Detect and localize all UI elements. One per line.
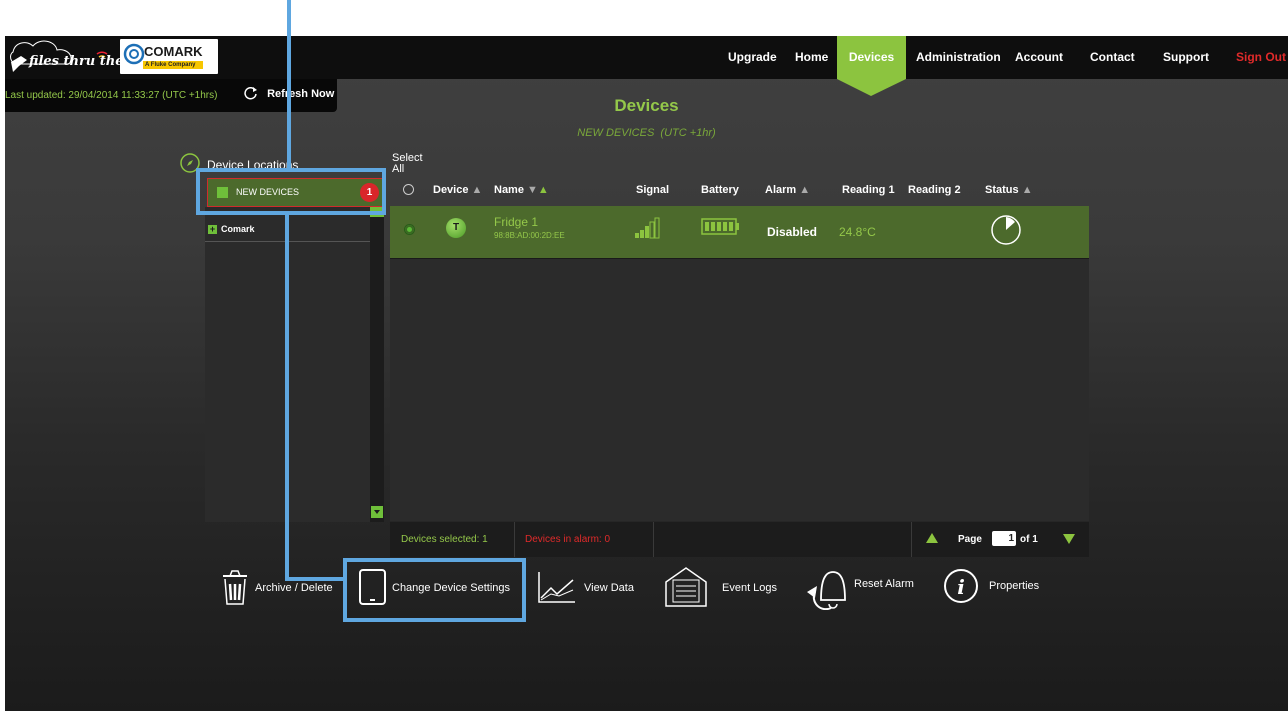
properties-label: Properties	[989, 580, 1040, 592]
col-alarm-label: Alarm	[765, 184, 797, 196]
col-battery-header: Battery	[701, 184, 739, 196]
svg-text:i: i	[957, 575, 965, 599]
comark-logo: COMARK A Fluke Company	[120, 39, 218, 74]
device-type-icon: T	[446, 218, 466, 238]
archive-delete-label: Archive / Delete	[255, 582, 333, 594]
sort-up-icon: ▲	[1021, 184, 1033, 196]
select-all-radio[interactable]	[403, 184, 414, 195]
page-down-icon[interactable]	[1063, 534, 1075, 544]
event-logs-label: Event Logs	[722, 582, 778, 594]
page-title: Devices	[614, 96, 679, 115]
top-nav-bar: files thru the air COMARK A Fluke Compan…	[5, 36, 1288, 96]
select-all-text: Select All	[392, 152, 423, 175]
col-name-label: Name	[494, 184, 524, 196]
reset-alarm-label: Reset Alarm	[854, 578, 914, 590]
annotation-line-horizontal	[285, 577, 345, 581]
footer-spacer	[654, 522, 912, 557]
devices-selected-text: Devices selected: 1	[401, 534, 488, 545]
table-footer: Devices selected: 1 Devices in alarm: 0 …	[390, 522, 1089, 557]
device-name[interactable]: Fridge 1	[494, 215, 538, 229]
col-name-header[interactable]: Name ▼▲	[494, 184, 549, 196]
status-timer-icon	[991, 215, 1021, 245]
alarm-status: Disabled	[767, 225, 818, 239]
sort-up-icon: ▲	[799, 184, 811, 196]
sort-up-icon: ▲	[471, 184, 483, 196]
device-mac: 98:8B:AD:00:2D:EE	[494, 231, 565, 240]
nav-devices-label: Devices	[848, 50, 895, 64]
col-device-label: Device	[433, 184, 469, 196]
col-status-header[interactable]: Status ▲	[985, 184, 1033, 196]
nav-home[interactable]: Home	[795, 36, 828, 79]
expand-plus-icon[interactable]: +	[208, 225, 217, 234]
annotation-line-top	[287, 0, 291, 170]
col-reading2-header: Reading 2	[908, 184, 961, 196]
scroll-down-icon[interactable]	[371, 506, 383, 518]
footer-selected: Devices selected: 1	[390, 522, 515, 557]
col-signal-header: Signal	[636, 184, 670, 196]
files-thru-the-air-logo: files thru the air	[5, 36, 148, 79]
battery-icon	[701, 218, 739, 235]
col-reading1-header: Reading 1	[842, 184, 895, 196]
comark-name: COMARK	[144, 44, 203, 59]
footer-alarm: Devices in alarm: 0	[515, 522, 654, 557]
devices-in-alarm-text: Devices in alarm: 0	[525, 534, 611, 545]
annotation-line-vertical	[285, 213, 289, 581]
app-window: files thru the air COMARK A Fluke Compan…	[5, 36, 1288, 711]
envelope-log-icon	[665, 567, 707, 607]
nav-account[interactable]: Account	[1015, 36, 1063, 79]
page-subtitle: NEW DEVICES (UTC +1hr)	[577, 127, 716, 139]
bell-reset-icon	[807, 571, 846, 610]
nav-support[interactable]: Support	[1163, 36, 1209, 79]
col-alarm-header[interactable]: Alarm ▲	[765, 184, 810, 196]
info-icon: i	[944, 569, 978, 603]
nav-upgrade[interactable]: Upgrade	[728, 36, 777, 79]
comark-logo-mark	[123, 43, 145, 65]
nav-sign-out[interactable]: Sign Out	[1236, 36, 1286, 79]
sort-up-active-icon: ▲	[537, 184, 549, 196]
row-radio[interactable]	[404, 224, 415, 235]
page-label: Page	[958, 534, 982, 545]
annotation-box-new-devices	[196, 168, 386, 215]
page-input[interactable]: 1	[992, 531, 1016, 546]
signal-icon	[635, 217, 660, 239]
col-device-header[interactable]: Device ▲	[433, 184, 482, 196]
trash-icon	[223, 570, 247, 605]
col-status-label: Status	[985, 184, 1019, 196]
nav-devices[interactable]: Devices	[837, 36, 906, 96]
annotation-box-change-settings	[343, 558, 526, 622]
nav-contact[interactable]: Contact	[1090, 36, 1135, 79]
comark-sub: A Fluke Company	[143, 61, 203, 69]
nav-administration[interactable]: Administration	[916, 36, 1001, 79]
sort-down-icon: ▼	[527, 184, 538, 196]
action-toolbar: Archive / Delete Change Device Settings …	[5, 566, 1288, 626]
table-row[interactable]: T Fridge 1 98:8B:AD:00:2D:EE Disabled 24…	[390, 206, 1089, 259]
page-up-icon[interactable]	[926, 533, 938, 543]
select-all-label: Select All	[392, 153, 424, 175]
view-data-label: View Data	[584, 582, 634, 594]
location-scrollbar[interactable]	[370, 207, 384, 522]
page-of-label: of 1	[1020, 534, 1038, 545]
tree-item-label: Comark	[221, 224, 255, 234]
reading-1-value: 24.8°C	[839, 225, 876, 239]
line-chart-icon	[538, 572, 575, 603]
